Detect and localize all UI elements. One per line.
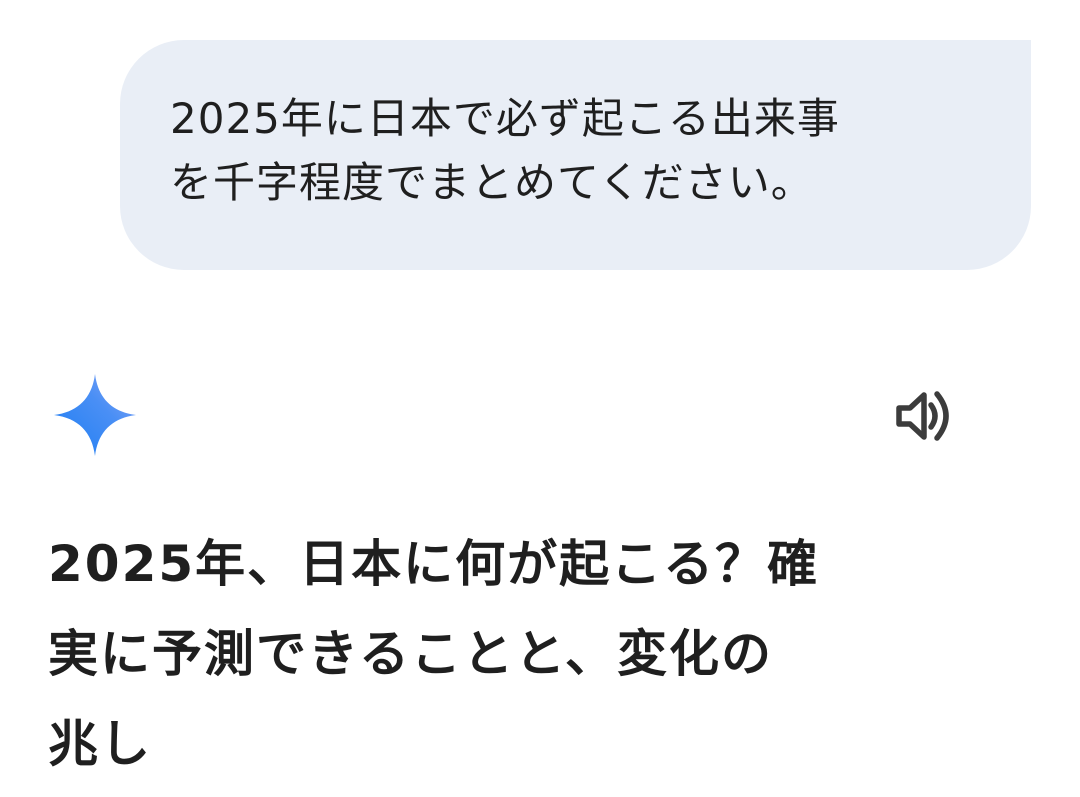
user-message-line: を千字程度でまとめてください。 xyxy=(170,158,814,207)
response-title-line: 実に予測できることと、変化の xyxy=(48,625,773,683)
response-title-line: 2025年、日本に何が起こる？確 xyxy=(48,535,820,593)
user-message-bubble: 2025年に日本で必ず起こる出来事 を千字程度でまとめてください。 xyxy=(120,40,1031,270)
volume-icon xyxy=(896,391,949,441)
read-aloud-button[interactable] xyxy=(892,388,954,444)
user-message-line: 2025年に日本で必ず起こる出来事 xyxy=(170,94,840,143)
response-title-line: 兆し xyxy=(48,715,152,773)
response-title: 2025年、日本に何が起こる？確 実に予測できることと、変化の 兆し xyxy=(48,519,1038,789)
user-message-text: 2025年に日本で必ず起こる出来事 を千字程度でまとめてください。 xyxy=(170,87,991,215)
gemini-sparkle-icon xyxy=(52,372,138,458)
